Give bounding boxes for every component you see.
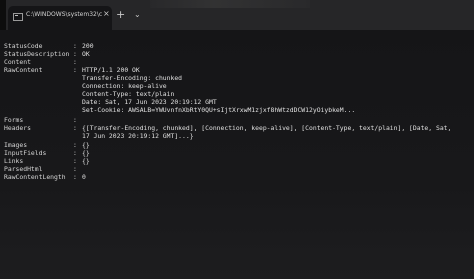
new-tab-button[interactable]: + (116, 8, 125, 21)
separator: : (73, 66, 77, 74)
terminal-icon (13, 13, 23, 21)
console-output[interactable]: StatusCode : 200 StatusDescription : OK … (0, 30, 474, 279)
links-value: {} (82, 157, 90, 165)
raw-content-length-label: RawContentLength (4, 173, 66, 181)
separator: : (73, 173, 77, 181)
chevron-down-icon[interactable]: ⌄ (134, 10, 141, 19)
raw-content-line: Set-Cookie: AWSALB=YWUvnfnXbRtY0QU+sIjtX… (82, 106, 356, 114)
title-bar: C:\WINDOWS\system32\cmd. × + ⌄ (0, 0, 474, 30)
status-description-value: OK (82, 50, 90, 58)
tab-cmd[interactable]: C:\WINDOWS\system32\cmd. × (8, 6, 112, 30)
headers-label: Headers (4, 124, 31, 132)
background-strip (150, 0, 310, 8)
headers-line: 17 Jun 2023 20:19:12 GMT]...} (82, 132, 194, 140)
close-icon[interactable]: × (103, 9, 110, 18)
raw-content-length-value: 0 (82, 173, 86, 181)
tab-title: C:\WINDOWS\system32\cmd. (26, 11, 102, 18)
separator: : (73, 124, 77, 132)
raw-content-label: RawContent (4, 66, 43, 74)
